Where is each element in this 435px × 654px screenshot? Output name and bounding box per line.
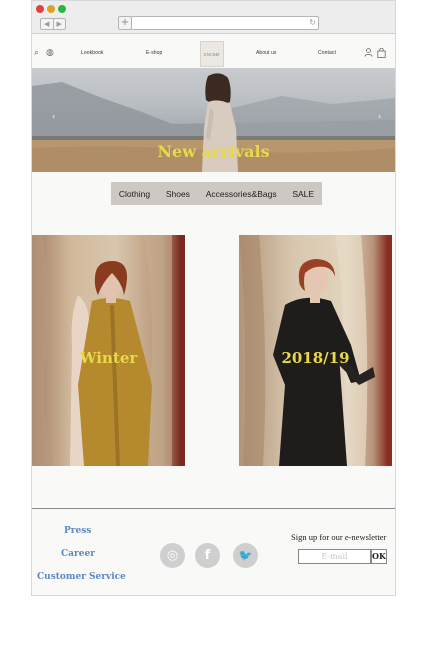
browser-chrome: ◀ ▶ + ↻ (32, 1, 395, 34)
nav-lookbook[interactable]: Lookbook (81, 50, 104, 56)
product-card-winter[interactable]: Winter (32, 235, 185, 466)
hero-banner[interactable]: ‹ › New arrivals (32, 68, 395, 172)
history-nav: ◀ ▶ (40, 18, 66, 30)
facebook-icon[interactable]: f (195, 543, 220, 568)
twitter-icon[interactable]: 🐦 (233, 543, 258, 568)
newsletter-submit-button[interactable]: OK (371, 549, 387, 564)
new-tab-button[interactable]: + (118, 16, 132, 30)
nav-contact[interactable]: Contact (318, 50, 336, 56)
product-card-2018-19[interactable]: 2018/19 (239, 235, 392, 466)
card-title-2018-19: 2018/19 (281, 349, 350, 367)
close-window-button[interactable] (36, 5, 44, 13)
globe-icon[interactable]: ◍ (46, 48, 54, 58)
maximize-window-button[interactable] (58, 5, 66, 13)
nav-eshop[interactable]: E-shop (146, 50, 162, 56)
site-header: ⌕ ◍ Lookbook E-shop ENCIHE About us Cont… (32, 41, 395, 67)
category-accessories-bags[interactable]: Accessories&Bags (206, 189, 277, 199)
category-shoes[interactable]: Shoes (166, 189, 190, 199)
user-icon[interactable] (364, 48, 373, 60)
category-sale[interactable]: SALE (292, 189, 314, 199)
shopping-bag-icon[interactable] (377, 47, 386, 61)
minimize-window-button[interactable] (47, 5, 55, 13)
search-icon[interactable]: ⌕ (34, 48, 39, 58)
hero-next-arrow[interactable]: › (378, 112, 381, 121)
forward-button[interactable]: ▶ (52, 19, 66, 29)
browser-window: ◀ ▶ + ↻ ⌕ ◍ Lookbook E-shop ENCIHE About… (31, 0, 396, 596)
back-button[interactable]: ◀ (41, 19, 53, 29)
hero-title: New arrivals (157, 142, 270, 161)
newsletter-email-input[interactable]: E-mail (298, 549, 371, 564)
card-title-winter: Winter (79, 349, 138, 367)
category-menu: Clothing Shoes Accessories&Bags SALE (111, 182, 322, 205)
nav-about-us[interactable]: About us (256, 50, 277, 56)
address-bar[interactable]: ↻ (131, 16, 319, 30)
footer-divider (32, 508, 395, 509)
hero-prev-arrow[interactable]: ‹ (52, 112, 55, 121)
footer-link-career[interactable]: Career (61, 549, 95, 559)
instagram-icon[interactable]: ◎ (160, 543, 185, 568)
reload-icon[interactable]: ↻ (309, 17, 316, 29)
footer-link-press[interactable]: Press (64, 526, 91, 536)
brand-logo[interactable]: ENCIHE (200, 41, 224, 67)
category-clothing[interactable]: Clothing (119, 189, 150, 199)
newsletter-label: Sign up for our e-newsletter (291, 532, 387, 542)
footer-link-customer-service[interactable]: Customer Service (37, 572, 126, 582)
